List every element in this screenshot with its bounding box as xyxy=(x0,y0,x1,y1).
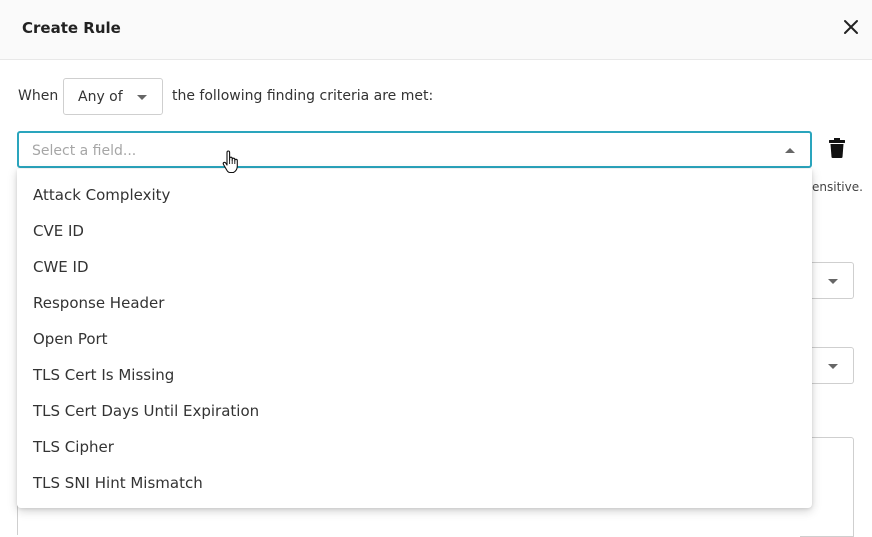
field-select-input[interactable]: Select a field... xyxy=(17,131,812,168)
field-select-placeholder: Select a field... xyxy=(32,143,137,159)
close-icon[interactable] xyxy=(842,18,860,36)
menu-item[interactable]: Response Header xyxy=(17,285,812,321)
chevron-up-icon xyxy=(785,148,795,153)
menu-item[interactable]: Attack Complexity xyxy=(17,177,812,213)
menu-item[interactable]: TLS Cipher xyxy=(17,429,812,465)
modal-header: Create Rule xyxy=(0,0,872,60)
menu-item-label: CVE ID xyxy=(33,222,84,240)
menu-item-label: TLS Cert Days Until Expiration xyxy=(33,402,260,420)
menu-item-label: Response Header xyxy=(33,294,165,312)
menu-item[interactable]: TLS Cert Days Until Expiration xyxy=(17,393,812,429)
when-label: When xyxy=(18,88,59,104)
menu-item-label: CWE ID xyxy=(33,258,89,276)
menu-item[interactable]: CWE ID xyxy=(17,249,812,285)
background-field-edge xyxy=(17,505,30,535)
menu-item[interactable]: CVE ID xyxy=(17,213,812,249)
menu-item-label: TLS Cipher xyxy=(33,438,114,456)
modal-title: Create Rule xyxy=(22,19,121,37)
menu-item[interactable]: TLS Cert Is Missing xyxy=(17,357,812,393)
rule-condition-row: When Any of the following finding criter… xyxy=(18,78,858,115)
menu-item-label: Attack Complexity xyxy=(33,186,171,204)
criteria-text: the following finding criteria are met: xyxy=(172,88,434,104)
menu-item[interactable]: Open Port xyxy=(17,321,812,357)
chevron-down-icon xyxy=(137,95,147,100)
match-mode-select[interactable]: Any of xyxy=(63,78,163,115)
menu-item-label: TLS Cert Is Missing xyxy=(33,366,175,384)
case-sensitive-hint: ensitive. xyxy=(812,180,863,194)
trash-icon[interactable] xyxy=(829,138,845,158)
menu-item-label: TLS SNI Hint Mismatch xyxy=(33,474,203,492)
hand-cursor-icon xyxy=(222,150,238,174)
menu-item[interactable]: TLS SNI Hint Mismatch xyxy=(17,465,812,501)
chevron-down-icon xyxy=(828,279,838,284)
menu-item-label: Open Port xyxy=(33,330,108,348)
match-mode-value: Any of xyxy=(78,89,123,105)
field-options-menu: Attack Complexity CVE ID CWE ID Response… xyxy=(17,169,812,508)
chevron-down-icon xyxy=(828,364,838,369)
